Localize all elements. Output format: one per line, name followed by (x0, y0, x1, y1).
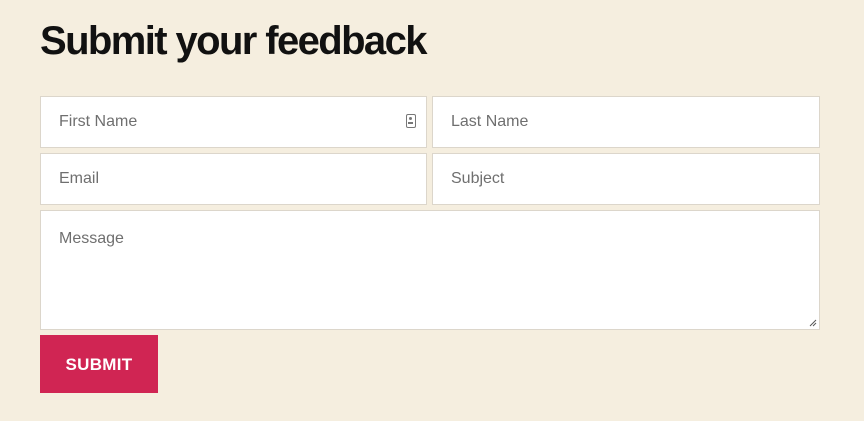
last-name-placeholder: Last Name (451, 113, 529, 130)
submit-button[interactable]: SUBMIT (40, 335, 158, 393)
email-field[interactable]: Email (40, 153, 427, 205)
message-textarea[interactable]: Message (40, 210, 820, 330)
first-name-placeholder: First Name (59, 113, 138, 130)
page-title: Submit your feedback (40, 19, 427, 63)
resize-handle-icon[interactable] (809, 319, 817, 327)
last-name-field[interactable]: Last Name (432, 96, 820, 148)
message-placeholder: Message (59, 230, 124, 247)
subject-field[interactable]: Subject (432, 153, 820, 205)
contact-card-icon[interactable] (406, 114, 416, 128)
email-placeholder: Email (59, 170, 100, 187)
subject-placeholder: Subject (451, 170, 505, 187)
first-name-field[interactable]: First Name (40, 96, 427, 148)
